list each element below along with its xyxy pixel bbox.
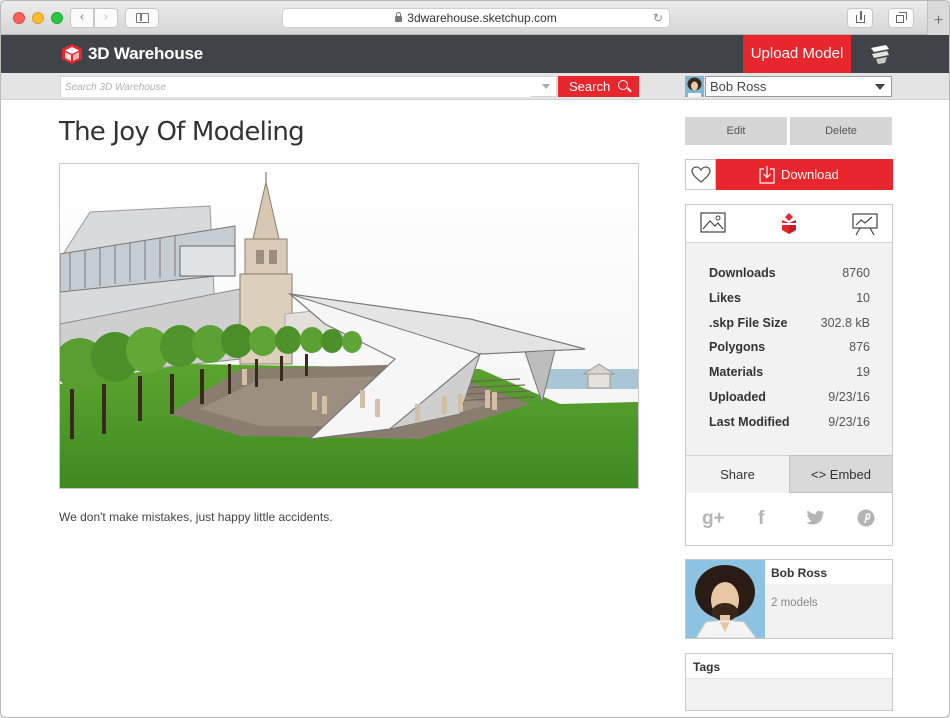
- logo-text: 3D Warehouse: [88, 44, 204, 63]
- url-text: 3dwarehouse.sketchup.com: [407, 11, 557, 25]
- user-account-name: Bob Ross: [710, 79, 767, 94]
- edit-button[interactable]: Edit: [685, 117, 787, 145]
- user-account-dropdown[interactable]: Bob Ross: [705, 76, 892, 97]
- tab-embed[interactable]: <> Embed: [789, 455, 892, 493]
- share-button[interactable]: [847, 8, 873, 28]
- sidebar-toggle-button[interactable]: [125, 8, 159, 28]
- site-logo[interactable]: 3D Warehouse: [61, 43, 203, 65]
- model-description: We don't make mistakes, just happy littl…: [59, 510, 333, 524]
- twitter-icon[interactable]: [805, 510, 825, 526]
- author-model-count[interactable]: 2 models: [771, 597, 818, 609]
- search-dropdown-icon[interactable]: [542, 84, 550, 89]
- site-header: 3D Warehouse Upload Model: [1, 35, 949, 73]
- warehouse-logo-icon: [62, 44, 82, 64]
- tags-panel: Tags: [685, 653, 893, 711]
- stat-row-last-modified: Last Modified 9/23/16: [709, 414, 870, 429]
- close-window-button[interactable]: [13, 12, 25, 24]
- delete-button[interactable]: Delete: [790, 117, 892, 145]
- search-input[interactable]: [61, 78, 531, 97]
- stat-row-downloads: Downloads 8760: [709, 266, 870, 280]
- stat-row-polygons: Polygons 876: [709, 340, 870, 355]
- sketchup-logo-icon[interactable]: [778, 212, 800, 236]
- search-button[interactable]: Search: [558, 76, 639, 97]
- search-icon: [618, 80, 628, 90]
- stat-row-uploaded: Uploaded 9/23/16: [709, 389, 870, 404]
- like-button[interactable]: [685, 159, 716, 190]
- image-icon[interactable]: [700, 212, 726, 234]
- reload-icon[interactable]: ↻: [653, 9, 663, 27]
- user-avatar-small[interactable]: [685, 76, 704, 97]
- model-title: The Joy Of Modeling: [59, 117, 305, 147]
- model-preview-image[interactable]: [59, 163, 639, 489]
- heart-icon: [691, 166, 711, 183]
- minimize-window-button[interactable]: [32, 12, 44, 24]
- sidebar-icon: [136, 13, 149, 23]
- model-render-icon: [60, 164, 638, 488]
- sketchup-menu-icon[interactable]: [868, 43, 892, 65]
- facebook-icon[interactable]: f: [758, 508, 764, 530]
- author-avatar[interactable]: [686, 560, 765, 638]
- browser-toolbar: ‹ › 3dwarehouse.sketchup.com ↻ +: [1, 1, 949, 35]
- stat-row-materials: Materials 19: [709, 365, 870, 380]
- model-stats-list: Downloads 8760 Likes 10 .skp File Size 302.…: [709, 266, 870, 440]
- author-name[interactable]: Bob Ross: [766, 560, 892, 584]
- model-info-panel: Downloads 8760 Likes 10 .skp File Size 302.…: [685, 204, 893, 546]
- download-label: Download: [781, 167, 839, 182]
- download-icon: [759, 166, 775, 184]
- social-share-row: g+ f: [686, 493, 892, 545]
- back-button[interactable]: ‹: [70, 8, 94, 28]
- tab-share[interactable]: Share: [686, 455, 789, 493]
- upload-model-button[interactable]: Upload Model: [743, 35, 851, 73]
- show-tabs-button[interactable]: [888, 8, 914, 28]
- chevron-down-icon: [875, 84, 885, 90]
- search-button-label: Search: [569, 79, 611, 94]
- tags-heading: Tags: [686, 654, 892, 679]
- view-mode-tabs: [686, 205, 892, 243]
- download-button[interactable]: Download: [716, 159, 893, 190]
- stat-row-likes: Likes 10: [709, 290, 870, 305]
- search-box: [60, 76, 557, 97]
- forward-button[interactable]: ›: [94, 8, 118, 28]
- address-bar[interactable]: 3dwarehouse.sketchup.com ↻: [282, 8, 670, 28]
- google-plus-icon[interactable]: g+: [702, 508, 725, 530]
- search-bar-row: Search Bob Ross: [1, 73, 949, 100]
- author-card[interactable]: Bob Ross 2 models: [685, 559, 893, 639]
- pinterest-icon[interactable]: [857, 509, 875, 527]
- presentation-icon[interactable]: [852, 212, 878, 236]
- lock-icon: [395, 12, 403, 22]
- stat-row-file-size: .skp File Size 302.8 kB: [709, 315, 870, 330]
- new-tab-button[interactable]: +: [927, 1, 949, 35]
- browser-window: ‹ › 3dwarehouse.sketchup.com ↻ + 3D Ware…: [0, 0, 950, 718]
- share-embed-tabs: Share <> Embed: [686, 455, 892, 493]
- zoom-window-button[interactable]: [51, 12, 63, 24]
